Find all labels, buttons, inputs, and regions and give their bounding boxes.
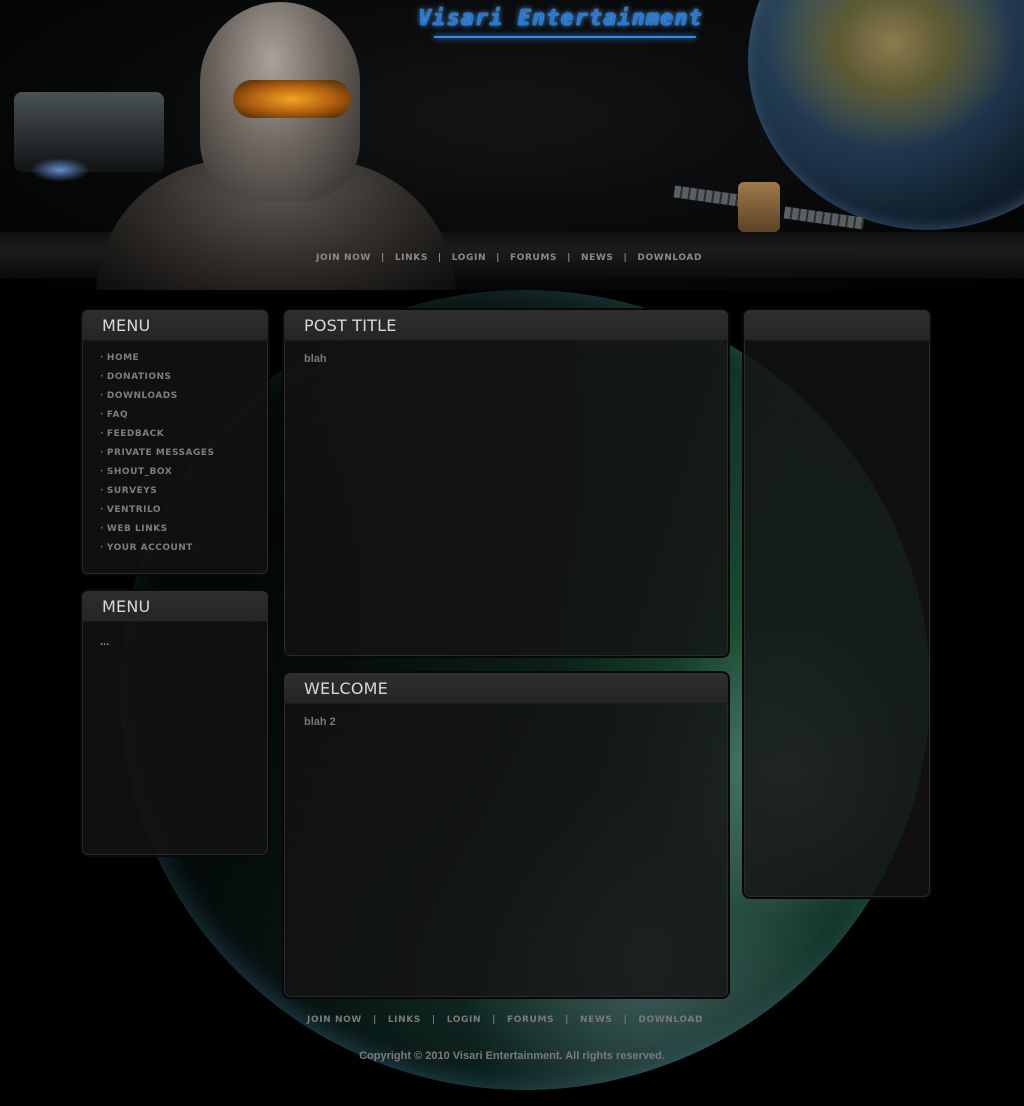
menu-item-your-account[interactable]: · YOUR ACCOUNT	[100, 541, 268, 560]
post-panel: POST TITLE blah	[282, 308, 730, 658]
nav-separator: |	[492, 1015, 497, 1025]
right-panel	[742, 308, 932, 899]
menu-item-web-links[interactable]: · WEB LINKS	[100, 522, 268, 541]
footer-nav-download[interactable]: DOWNLOAD	[638, 1015, 703, 1025]
menu-item-home[interactable]: · HOME	[100, 351, 268, 370]
logo-underline	[434, 36, 696, 38]
panel-title: MENU	[102, 316, 151, 335]
panel-header: MENU	[82, 310, 268, 341]
top-nav: JOIN NOW | LINKS | LOGIN | FORUMS | NEWS…	[316, 251, 702, 265]
menu-list: · HOME · DONATIONS · DOWNLOADS · FAQ · FEEDBA…	[82, 341, 268, 560]
footer-nav: JOIN NOW | LINKS | LOGIN | FORUMS | NEWS…	[307, 1013, 703, 1027]
footer-nav-login[interactable]: LOGIN	[447, 1015, 481, 1025]
earth-image	[748, 0, 1024, 230]
left-menu-panel-2: MENU ...	[80, 589, 270, 857]
nav-news[interactable]: NEWS	[581, 253, 614, 263]
post-body: blah	[304, 353, 327, 365]
engine-glow	[30, 158, 90, 182]
header-banner: Visari Entertainment	[0, 0, 1024, 290]
menu-item-faq[interactable]: · FAQ	[100, 408, 268, 427]
spaceship-image	[14, 92, 164, 172]
panel-header: WELCOME	[284, 673, 728, 704]
menu-item-surveys[interactable]: · SURVEYS	[100, 484, 268, 503]
welcome-body: blah 2	[304, 716, 336, 728]
panel-content: ...	[100, 636, 110, 648]
menu-item-shout-box[interactable]: · SHOUT_BOX	[100, 465, 268, 484]
satellite-image	[738, 182, 780, 232]
left-menu-panel: MENU · HOME · DONATIONS · DOWNLOADS · FAQ · F…	[80, 308, 270, 576]
nav-separator: |	[623, 253, 628, 263]
nav-separator: |	[567, 253, 571, 263]
menu-item-downloads[interactable]: · DOWNLOADS	[100, 389, 268, 408]
nav-links[interactable]: LINKS	[395, 253, 428, 263]
copyright-text: Copyright © 2010 Visari Entertainment. A…	[359, 1050, 665, 1062]
footer-nav-news[interactable]: NEWS	[580, 1015, 613, 1025]
nav-separator: |	[380, 253, 385, 263]
welcome-title: WELCOME	[304, 679, 388, 698]
footer-nav-links[interactable]: LINKS	[388, 1015, 421, 1025]
nav-separator: |	[565, 1015, 569, 1025]
panel-header	[744, 310, 930, 341]
nav-download[interactable]: DOWNLOAD	[637, 253, 702, 263]
menu-item-private-messages[interactable]: · PRIVATE MESSAGES	[100, 446, 268, 465]
nav-join-now[interactable]: JOIN NOW	[316, 253, 371, 263]
menu-item-feedback[interactable]: · FEEDBACK	[100, 427, 268, 446]
menu-item-donations[interactable]: · DONATIONS	[100, 370, 268, 389]
nav-separator: |	[372, 1015, 377, 1025]
footer-nav-join-now[interactable]: JOIN NOW	[307, 1015, 362, 1025]
nav-separator: |	[437, 253, 442, 263]
welcome-panel: WELCOME blah 2	[282, 671, 730, 999]
nav-separator: |	[431, 1015, 436, 1025]
nav-separator: |	[623, 1015, 628, 1025]
nav-forums[interactable]: FORUMS	[510, 253, 557, 263]
nav-separator: |	[496, 253, 501, 263]
panel-header: POST TITLE	[284, 310, 728, 341]
panel-header: MENU	[82, 591, 268, 622]
satellite-panel-left	[673, 185, 741, 207]
robot-visor	[233, 80, 351, 118]
panel-title: MENU	[102, 597, 151, 616]
menu-item-ventrilo[interactable]: · VENTRILO	[100, 503, 268, 522]
post-title: POST TITLE	[304, 316, 397, 335]
nav-login[interactable]: LOGIN	[452, 253, 486, 263]
footer-nav-forums[interactable]: FORUMS	[507, 1015, 554, 1025]
